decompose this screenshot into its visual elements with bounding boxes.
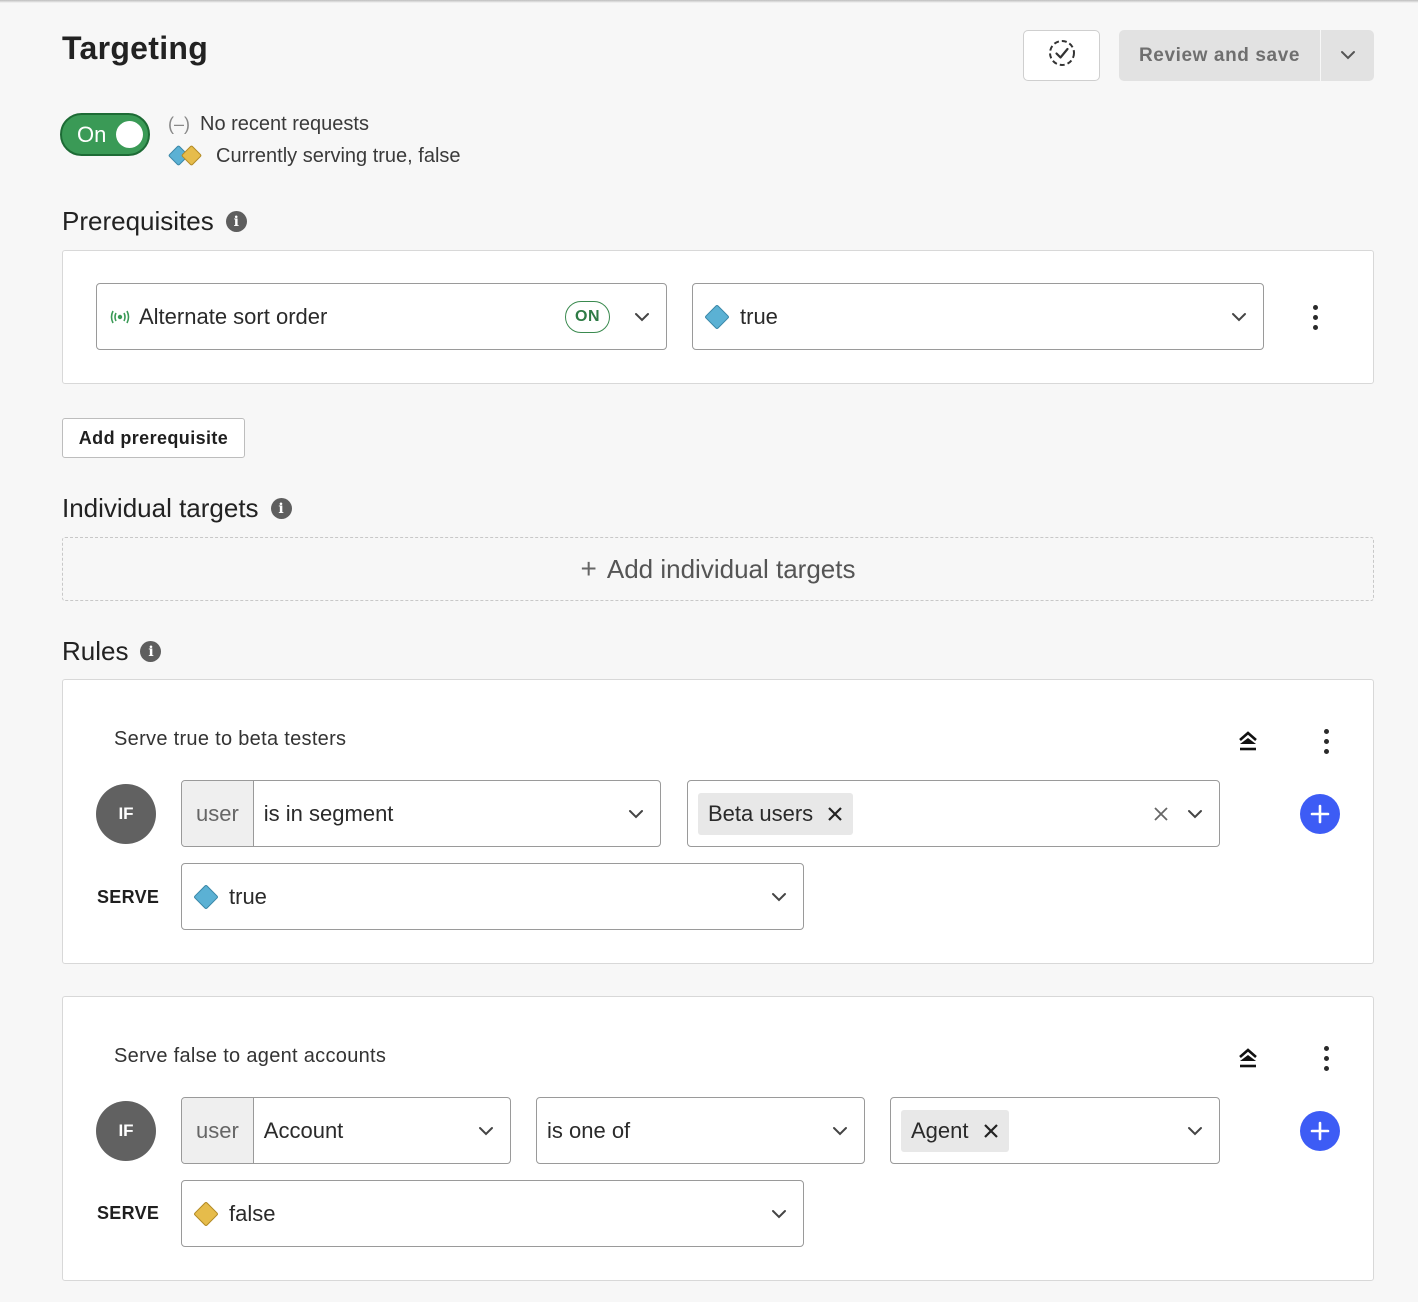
add-clause-button[interactable] — [1300, 1111, 1340, 1151]
remove-chip-icon[interactable] — [983, 1123, 999, 1139]
requests-status: (–) No recent requests — [168, 113, 369, 136]
rule-name[interactable]: Serve false to agent accounts — [114, 1045, 386, 1068]
flag-status-badge: ON — [565, 300, 610, 333]
individual-targets-heading: Individual targets i — [62, 493, 292, 524]
false-variation-icon — [193, 1200, 219, 1227]
prerequisite-flag-select[interactable]: Alternate sort order ON — [96, 283, 667, 350]
chevron-down-icon — [771, 892, 787, 902]
add-individual-targets-button[interactable]: + Add individual targets — [62, 537, 1374, 601]
reorder-icon[interactable] — [1237, 1047, 1259, 1074]
review-and-save-button-group: Review and save — [1119, 30, 1374, 81]
prerequisite-variation-select[interactable]: true — [692, 283, 1264, 350]
add-individual-targets-label: Add individual targets — [606, 553, 856, 584]
serving-status-text: Currently serving true, false — [216, 144, 461, 167]
true-variation-icon — [193, 883, 219, 910]
chevron-down-icon — [1340, 47, 1356, 65]
requests-status-text: No recent requests — [200, 113, 369, 135]
rule-card: Serve true to beta testers IF user is in… — [62, 679, 1374, 964]
clear-values-icon[interactable] — [1153, 806, 1169, 822]
prerequisites-title: Prerequisites — [62, 206, 214, 236]
chevron-down-icon — [832, 1126, 848, 1136]
history-button[interactable] — [1023, 30, 1100, 81]
reorder-icon[interactable] — [1237, 730, 1259, 757]
chevron-down-icon — [1187, 1126, 1203, 1136]
serve-label: SERVE — [97, 1203, 160, 1223]
operator-value: is one of — [547, 1117, 631, 1143]
rule-more-options-icon[interactable] — [1314, 1042, 1338, 1074]
prerequisite-variation-value: true — [740, 303, 778, 329]
rule-more-options-icon[interactable] — [1314, 725, 1338, 757]
plus-icon — [1310, 1121, 1330, 1141]
prerequisite-card: Alternate sort order ON true — [62, 250, 1374, 384]
info-icon[interactable]: i — [225, 211, 247, 232]
variations-icon — [167, 144, 204, 168]
page-title: Targeting — [62, 30, 209, 66]
chevron-down-icon — [634, 312, 650, 322]
rule-values-select[interactable]: Agent — [890, 1097, 1220, 1164]
rule-operator-select[interactable]: is one of — [536, 1097, 865, 1164]
true-variation-icon — [704, 303, 730, 330]
rules-title: Rules — [62, 636, 129, 666]
if-label: IF — [96, 1101, 156, 1161]
review-and-save-button[interactable]: Review and save — [1119, 30, 1320, 81]
info-icon[interactable]: i — [140, 641, 162, 662]
rule-card: Serve false to agent accounts IF user Ac… — [62, 996, 1374, 1281]
plus-icon — [1310, 804, 1330, 824]
rule-attribute-select[interactable]: user Account — [181, 1097, 511, 1164]
flag-broadcast-icon — [109, 309, 131, 325]
targeting-toggle[interactable]: On — [60, 113, 150, 156]
chevron-down-icon — [1187, 809, 1203, 819]
serving-status: Currently serving true, false — [167, 144, 461, 168]
chevron-down-icon — [478, 1126, 494, 1136]
value-chip: Beta users — [698, 792, 854, 835]
value-chip: Agent — [901, 1109, 1009, 1152]
chevron-down-icon — [628, 809, 644, 819]
prerequisite-more-options-icon[interactable] — [1303, 301, 1327, 333]
value-chip-label: Agent — [911, 1117, 969, 1143]
individual-targets-title: Individual targets — [62, 493, 259, 523]
value-chip-label: Beta users — [708, 800, 814, 826]
chevron-down-icon — [771, 1209, 787, 1219]
rule-attribute-select[interactable]: user is in segment — [181, 780, 661, 847]
chevron-down-icon — [1231, 312, 1247, 322]
info-icon[interactable]: i — [270, 498, 292, 519]
rule-name[interactable]: Serve true to beta testers — [114, 728, 346, 751]
context-kind-label: user — [182, 1098, 254, 1163]
serve-variation-select[interactable]: true — [181, 863, 804, 930]
serve-variation-value: true — [229, 883, 267, 909]
rules-heading: Rules i — [62, 636, 162, 667]
segment-values-select[interactable]: Beta users — [687, 780, 1220, 847]
dashed-check-circle-icon — [1047, 38, 1077, 73]
serve-variation-value: false — [229, 1200, 276, 1226]
prerequisite-flag-name: Alternate sort order — [139, 303, 328, 329]
plus-icon: + — [580, 553, 597, 584]
top-shadow — [0, 0, 1418, 3]
no-requests-icon: (–) — [168, 114, 190, 134]
if-label: IF — [96, 784, 156, 844]
toggle-label: On — [77, 121, 107, 147]
serve-variation-select[interactable]: false — [181, 1180, 804, 1247]
toggle-knob — [116, 121, 144, 148]
add-clause-button[interactable] — [1300, 794, 1340, 834]
prerequisites-heading: Prerequisites i — [62, 206, 247, 237]
add-prerequisite-button[interactable]: Add prerequisite — [62, 418, 245, 458]
remove-chip-icon[interactable] — [827, 806, 843, 822]
attribute-operator-value: is in segment — [263, 800, 394, 826]
serve-label: SERVE — [97, 887, 160, 907]
review-options-button[interactable] — [1321, 30, 1374, 81]
attribute-value: Account — [263, 1117, 344, 1143]
context-kind-label: user — [182, 781, 254, 846]
